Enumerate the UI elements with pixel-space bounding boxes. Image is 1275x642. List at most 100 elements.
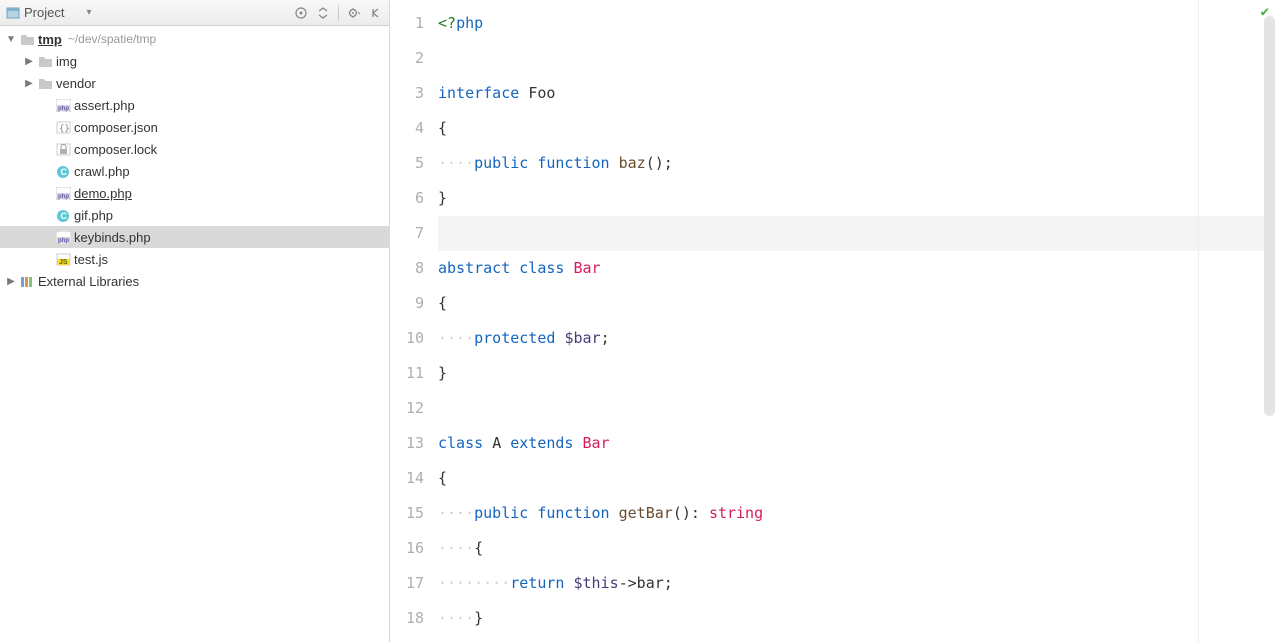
tree-file[interactable]: ·composer.lock — [0, 138, 389, 160]
folder-icon — [36, 55, 54, 68]
tree-root[interactable]: ▼ tmp ~/dev/spatie/tmp — [0, 28, 389, 50]
chevron-right-icon[interactable]: ▶ — [22, 56, 36, 67]
svg-text:{}: {} — [59, 124, 70, 134]
line-number: 17 — [390, 566, 438, 601]
tree-item-label: demo.php — [72, 186, 132, 201]
tree-item-label: test.js — [72, 252, 108, 267]
php-file-icon: php — [54, 231, 72, 244]
c-file-icon: C — [54, 209, 72, 222]
project-icon — [6, 6, 20, 20]
line-number: 18 — [390, 601, 438, 636]
code-line[interactable]: ····public function getBar(): string — [438, 496, 1275, 531]
project-dropdown-icon[interactable]: ▾ — [86, 7, 91, 18]
external-libraries-label: External Libraries — [36, 274, 139, 289]
code-line[interactable]: class A extends Bar — [438, 426, 1275, 461]
svg-text:C: C — [60, 211, 67, 221]
divider — [338, 5, 339, 21]
php-file-icon: php — [54, 187, 72, 200]
tree-item-label: assert.php — [72, 98, 135, 113]
folder-icon — [36, 77, 54, 90]
file-tree: ▼ tmp ~/dev/spatie/tmp ▶ img ▶ vendor ·phpa… — [0, 26, 389, 642]
code-area[interactable]: <?php interface Foo{····public function … — [438, 0, 1275, 642]
line-number: 7 — [390, 216, 438, 251]
tree-item-label: crawl.php — [72, 164, 130, 179]
tree-root-label: tmp — [36, 32, 62, 47]
code-line[interactable]: <?php — [438, 6, 1275, 41]
svg-text:php: php — [58, 238, 69, 244]
tree-folder[interactable]: ▶ vendor — [0, 72, 389, 94]
project-sidebar: Project ▾ ▼ tmp ~/dev/spatie/tmp ▶ img ▶ ve… — [0, 0, 390, 642]
line-number: 3 — [390, 76, 438, 111]
line-number: 14 — [390, 461, 438, 496]
external-libraries[interactable]: ▶ External Libraries — [0, 270, 389, 292]
code-line[interactable]: } — [438, 356, 1275, 391]
line-number: 8 — [390, 251, 438, 286]
tree-item-label: vendor — [54, 76, 96, 91]
code-line[interactable]: ····{ — [438, 531, 1275, 566]
line-number: 11 — [390, 356, 438, 391]
tree-item-label: gif.php — [72, 208, 113, 223]
gutter: 123456789101112131415161718 — [390, 0, 438, 642]
line-number: 6 — [390, 181, 438, 216]
code-line[interactable]: ········return $this->bar; — [438, 566, 1275, 601]
collapse-icon[interactable] — [316, 6, 330, 20]
code-line[interactable] — [438, 391, 1275, 426]
target-icon[interactable] — [294, 6, 308, 20]
scrollbar[interactable] — [1264, 16, 1275, 416]
line-number: 2 — [390, 41, 438, 76]
js-file-icon: JS — [54, 253, 72, 266]
tree-file[interactable]: ·{}composer.json — [0, 116, 389, 138]
code-line[interactable]: } — [438, 181, 1275, 216]
tree-root-path: ~/dev/spatie/tmp — [62, 32, 156, 46]
gear-icon[interactable] — [347, 6, 361, 20]
hide-icon[interactable] — [369, 6, 383, 20]
php-file-icon: php — [54, 99, 72, 112]
chevron-down-icon[interactable]: ▼ — [4, 34, 18, 45]
tree-item-label: composer.json — [72, 120, 158, 135]
code-line[interactable]: abstract class Bar — [438, 251, 1275, 286]
margin-line — [1198, 0, 1199, 642]
libraries-icon — [18, 275, 36, 288]
line-number: 9 — [390, 286, 438, 321]
line-number: 1 — [390, 6, 438, 41]
c-file-icon: C — [54, 165, 72, 178]
tree-file[interactable]: ·Ccrawl.php — [0, 160, 389, 182]
line-number: 10 — [390, 321, 438, 356]
tree-file[interactable]: ·phpkeybinds.php — [0, 226, 389, 248]
line-number: 12 — [390, 391, 438, 426]
code-line[interactable]: interface Foo — [438, 76, 1275, 111]
line-number: 16 — [390, 531, 438, 566]
tree-file[interactable]: ·phpdemo.php — [0, 182, 389, 204]
folder-icon — [18, 33, 36, 46]
sidebar-title[interactable]: Project — [24, 5, 64, 20]
tree-item-label: composer.lock — [72, 142, 157, 157]
code-line[interactable] — [438, 216, 1275, 251]
code-line[interactable]: { — [438, 286, 1275, 321]
tree-folder[interactable]: ▶ img — [0, 50, 389, 72]
code-line[interactable]: { — [438, 111, 1275, 146]
ide-root: Project ▾ ▼ tmp ~/dev/spatie/tmp ▶ img ▶ ve… — [0, 0, 1275, 642]
code-line[interactable]: ····public function baz(); — [438, 146, 1275, 181]
tree-item-label: keybinds.php — [72, 230, 151, 245]
code-line[interactable]: ····protected $bar; — [438, 321, 1275, 356]
sidebar-header: Project ▾ — [0, 0, 389, 26]
tree-file[interactable]: ·phpassert.php — [0, 94, 389, 116]
svg-text:JS: JS — [59, 259, 68, 266]
line-number: 4 — [390, 111, 438, 146]
code-line[interactable]: { — [438, 461, 1275, 496]
line-number: 13 — [390, 426, 438, 461]
tree-file[interactable]: ·JStest.js — [0, 248, 389, 270]
line-number: 15 — [390, 496, 438, 531]
chevron-right-icon[interactable]: ▶ — [22, 78, 36, 89]
code-editor[interactable]: 123456789101112131415161718 <?php interf… — [390, 0, 1275, 642]
svg-text:C: C — [60, 167, 67, 177]
chevron-right-icon[interactable]: ▶ — [4, 276, 18, 287]
code-line[interactable]: ····} — [438, 601, 1275, 636]
svg-text:php: php — [58, 106, 69, 112]
tree-item-label: img — [54, 54, 77, 69]
lock-file-icon — [54, 143, 72, 156]
svg-text:php: php — [58, 194, 69, 200]
json-file-icon: {} — [54, 121, 72, 134]
tree-file[interactable]: ·Cgif.php — [0, 204, 389, 226]
code-line[interactable] — [438, 41, 1275, 76]
